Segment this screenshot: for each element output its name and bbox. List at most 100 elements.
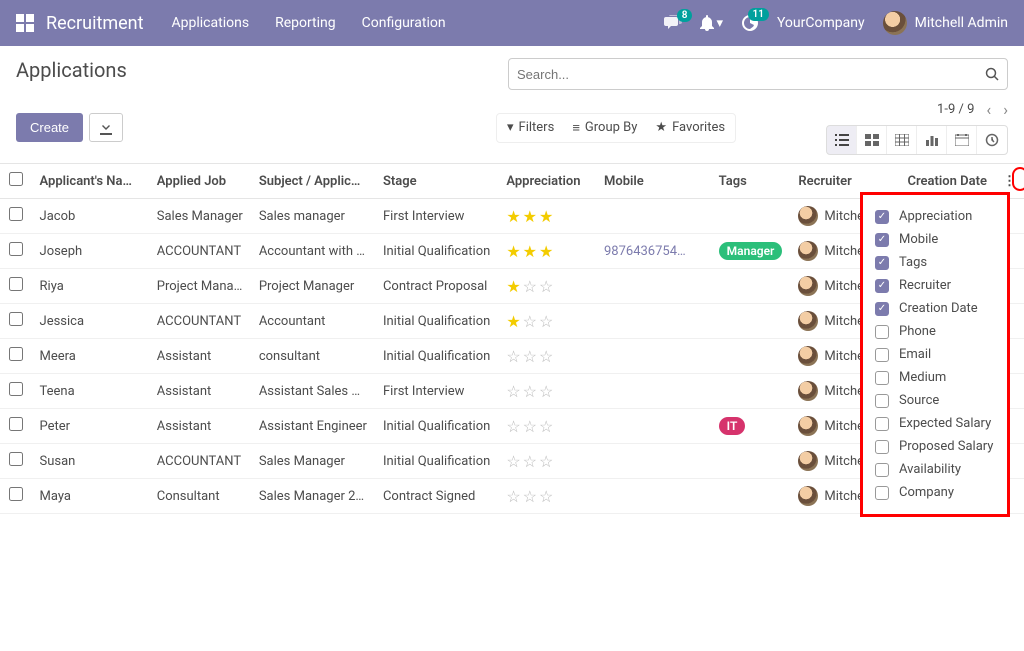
nav-configuration[interactable]: Configuration [362, 15, 446, 31]
checkbox-icon [875, 486, 889, 500]
pager-text: 1-9 / 9 [937, 102, 974, 117]
appreciation-stars[interactable]: ☆☆☆ [506, 487, 555, 506]
cell-subject: Assistant Sales … [251, 374, 375, 409]
filters-button[interactable]: ▾Filters [507, 120, 554, 135]
row-checkbox[interactable] [9, 452, 23, 466]
cell-stage: Initial Qualification [375, 409, 498, 444]
cell-stage: Initial Qualification [375, 304, 498, 339]
tag: Manager [719, 242, 783, 260]
row-checkbox[interactable] [9, 207, 23, 221]
import-button[interactable] [89, 113, 123, 142]
appreciation-stars[interactable]: ☆☆☆ [506, 347, 555, 366]
brand[interactable]: Recruitment [46, 13, 144, 34]
avatar-icon [798, 486, 818, 506]
optional-field-item[interactable]: Company [875, 481, 995, 504]
appreciation-stars[interactable]: ☆☆☆ [506, 382, 555, 401]
cell-subject: Accountant with … [251, 234, 375, 269]
activities-icon[interactable]: 11 [741, 14, 759, 32]
view-graph[interactable] [917, 126, 947, 154]
optional-field-item[interactable]: Source [875, 389, 995, 412]
view-list[interactable] [827, 126, 857, 154]
row-checkbox[interactable] [9, 277, 23, 291]
col-name[interactable]: Applicant's Na… [32, 164, 149, 199]
optional-field-item[interactable]: Creation Date [875, 297, 995, 320]
apps-icon[interactable] [16, 14, 34, 32]
avatar-icon [798, 381, 818, 401]
optional-field-item[interactable]: Proposed Salary [875, 435, 995, 458]
appreciation-stars[interactable]: ☆☆☆ [506, 452, 555, 471]
cell-name: Jessica [32, 304, 149, 339]
appreciation-stars[interactable]: ★★★ [506, 242, 555, 261]
view-calendar[interactable] [947, 126, 977, 154]
select-all-checkbox[interactable] [9, 172, 23, 186]
optional-field-item[interactable]: Availability [875, 458, 995, 481]
optional-field-label: Proposed Salary [899, 439, 993, 454]
optional-field-item[interactable]: Appreciation [875, 205, 995, 228]
groupby-button[interactable]: ≡Group By [572, 120, 637, 136]
search-box[interactable] [508, 58, 1008, 90]
cell-subject: Sales Manager 2… [251, 479, 375, 514]
checkbox-icon [875, 348, 889, 362]
list-icon: ≡ [572, 120, 580, 136]
cell-subject: consultant [251, 339, 375, 374]
row-checkbox[interactable] [9, 312, 23, 326]
optional-field-item[interactable]: Expected Salary [875, 412, 995, 435]
avatar-icon [883, 11, 907, 35]
row-checkbox[interactable] [9, 417, 23, 431]
row-checkbox[interactable] [9, 242, 23, 256]
nav-applications[interactable]: Applications [172, 15, 250, 31]
nav-reporting[interactable]: Reporting [275, 15, 336, 31]
optional-field-label: Expected Salary [899, 416, 991, 431]
col-tags[interactable]: Tags [711, 164, 791, 199]
create-button[interactable]: Create [16, 113, 83, 142]
optional-field-item[interactable]: Phone [875, 320, 995, 343]
search-input[interactable] [517, 67, 985, 82]
optional-field-item[interactable]: Tags [875, 251, 995, 274]
checkbox-icon [875, 325, 889, 339]
cell-name: Susan [32, 444, 149, 479]
view-switcher [826, 125, 1008, 155]
col-subject[interactable]: Subject / Applic… [251, 164, 375, 199]
col-mobile[interactable]: Mobile [596, 164, 711, 199]
optional-field-label: Medium [899, 370, 946, 385]
row-checkbox[interactable] [9, 382, 23, 396]
cell-subject: Sales manager [251, 199, 375, 234]
view-pivot[interactable] [887, 126, 917, 154]
pager-prev[interactable]: ‹ [986, 100, 991, 119]
user-menu[interactable]: Mitchell Admin [883, 11, 1008, 35]
optional-field-label: Company [899, 485, 954, 500]
cell-subject: Accountant [251, 304, 375, 339]
view-kanban[interactable] [857, 126, 887, 154]
checkbox-icon [875, 210, 889, 224]
optional-field-item[interactable]: Email [875, 343, 995, 366]
optional-field-item[interactable]: Recruiter [875, 274, 995, 297]
col-job[interactable]: Applied Job [149, 164, 251, 199]
optional-field-item[interactable]: Medium [875, 366, 995, 389]
cell-job: Assistant [149, 409, 251, 444]
appreciation-stars[interactable]: ☆☆☆ [506, 417, 555, 436]
appreciation-stars[interactable]: ★★★ [506, 207, 555, 226]
page-title: Applications [16, 58, 496, 82]
mobile-link[interactable]: 9876436754… [604, 244, 686, 259]
col-appreciation[interactable]: Appreciation [498, 164, 596, 199]
notifications-icon[interactable]: ▾ [700, 15, 723, 31]
optional-field-item[interactable]: Mobile [875, 228, 995, 251]
row-checkbox[interactable] [9, 347, 23, 361]
avatar-icon [798, 276, 818, 296]
optional-field-label: Phone [899, 324, 936, 339]
row-checkbox[interactable] [9, 487, 23, 501]
appreciation-stars[interactable]: ★☆☆ [506, 312, 555, 331]
pager-next[interactable]: › [1003, 100, 1008, 119]
appreciation-stars[interactable]: ★☆☆ [506, 277, 555, 296]
cell-job: ACCOUNTANT [149, 304, 251, 339]
checkbox-icon [875, 463, 889, 477]
company-switcher[interactable]: YourCompany [777, 15, 865, 31]
cell-job: Sales Manager [149, 199, 251, 234]
messages-icon[interactable]: 8 [664, 15, 682, 31]
cell-stage: Initial Qualification [375, 444, 498, 479]
view-activity[interactable] [977, 126, 1007, 154]
col-stage[interactable]: Stage [375, 164, 498, 199]
search-icon[interactable] [985, 67, 999, 81]
favorites-button[interactable]: ★Favorites [655, 120, 725, 135]
cell-subject: Project Manager [251, 269, 375, 304]
